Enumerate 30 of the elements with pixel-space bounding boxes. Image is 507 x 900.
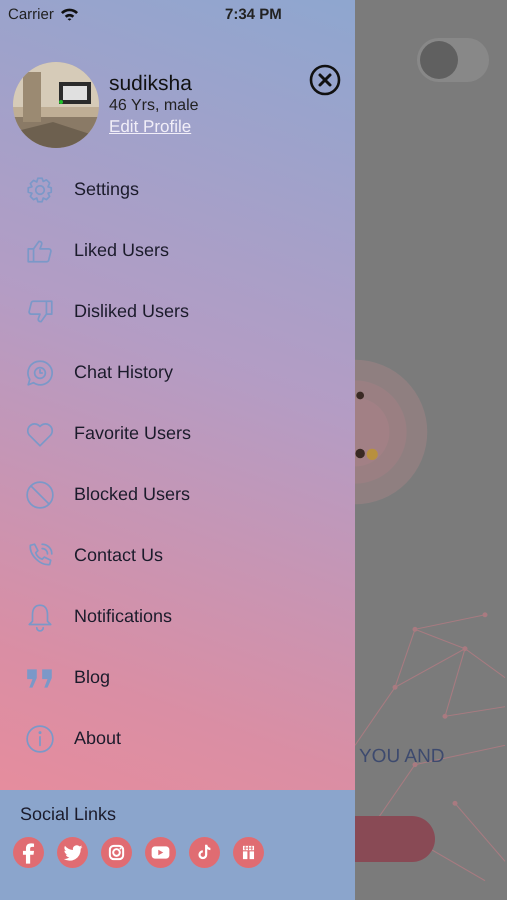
carrier-label: Carrier [8,6,54,22]
menu-item[interactable]: Settings [74,179,140,200]
menu-item[interactable]: Disliked Users [74,301,190,322]
facebook-icon[interactable] [13,837,44,868]
menu-item[interactable]: Favorite Users [74,423,192,444]
twitter-icon[interactable] [57,837,88,868]
menu-item[interactable]: Liked Users [74,240,170,261]
clock: 7:34 PM [225,6,282,22]
menu-item[interactable]: Contact Us [74,545,164,566]
youtube-icon[interactable] [145,837,176,868]
menu-item[interactable]: About [74,728,122,749]
store-icon[interactable] [233,837,264,868]
menu-item[interactable]: Blog [74,667,110,688]
user-details: 46 Yrs, male [109,96,200,116]
menu-item[interactable]: Chat History [74,362,174,383]
action-button[interactable] [355,816,435,862]
section-title: Social Links [20,804,118,825]
wifi-icon [60,7,79,21]
gear-icon [25,174,55,204]
close-icon[interactable] [309,64,341,96]
info-icon [25,724,55,754]
menu-item[interactable]: Notifications [74,606,172,627]
tiktok-icon[interactable] [189,837,220,868]
menu-item[interactable]: Blocked Users [74,484,190,505]
block-icon [25,480,55,510]
instagram-icon[interactable] [101,837,132,868]
toggle-switch[interactable] [417,38,489,82]
chat-clock-icon [25,358,55,388]
user-name: sudiksha [109,72,193,96]
caption-text: YOU AND [359,746,445,768]
